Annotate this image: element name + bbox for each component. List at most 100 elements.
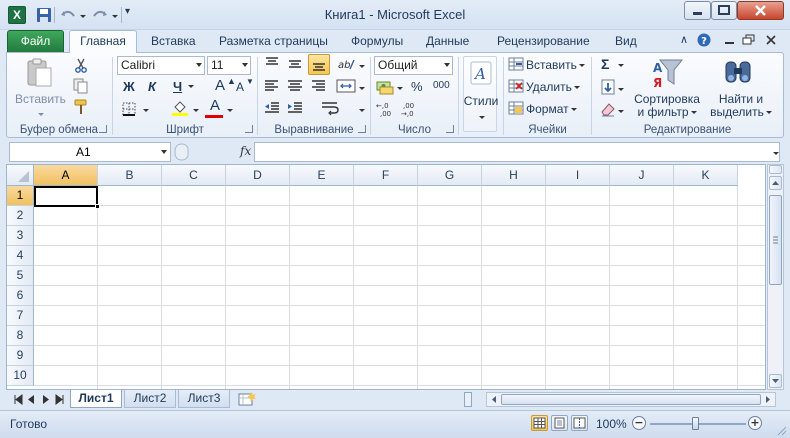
merge-center-icon[interactable] [336, 78, 356, 94]
fill-dropdown-icon[interactable] [616, 82, 624, 96]
column-header-D[interactable]: D [226, 165, 290, 186]
select-all-corner[interactable] [7, 165, 34, 186]
tab-data[interactable]: Данные [426, 34, 469, 48]
scroll-left-icon[interactable] [489, 394, 499, 405]
tab-page-layout[interactable]: Разметка страницы [219, 34, 328, 48]
doc-close-icon[interactable] [764, 33, 778, 47]
font-dialog-launcher[interactable] [245, 125, 253, 133]
fill-handle[interactable] [95, 204, 100, 209]
align-left-icon[interactable] [263, 78, 281, 94]
sheet-tab-1[interactable]: Лист1 [70, 390, 122, 408]
column-header-C[interactable]: C [162, 165, 226, 186]
align-center-icon[interactable] [286, 78, 304, 94]
merge-dropdown-icon[interactable] [357, 81, 365, 95]
row-header-8[interactable]: 8 [7, 326, 34, 346]
align-right-icon[interactable] [309, 78, 327, 94]
clipboard-dialog-launcher[interactable] [99, 125, 107, 133]
decrease-indent-icon[interactable] [263, 100, 281, 116]
underline-dropdown-icon[interactable] [186, 79, 194, 93]
zoom-slider-thumb[interactable] [692, 417, 699, 430]
orientation-dropdown-icon[interactable] [357, 59, 365, 73]
fill-color-icon[interactable] [171, 99, 189, 117]
alignment-dialog-launcher[interactable] [358, 125, 366, 133]
borders-dropdown-icon[interactable] [141, 103, 149, 117]
find-select-button[interactable]: Найти и выделить [706, 93, 776, 119]
prev-sheet-icon[interactable] [28, 395, 34, 404]
italic-button[interactable]: К [148, 79, 156, 94]
orientation-icon[interactable]: ab [336, 56, 356, 72]
row-header-6[interactable]: 6 [7, 286, 34, 306]
borders-icon[interactable] [121, 101, 137, 117]
worksheet-grid[interactable]: ABCDEFGHIJK 1 2 3 4 5 6 7 8 9 10 [6, 164, 766, 390]
minimize-button[interactable] [684, 1, 711, 20]
name-box-dropdown-icon[interactable] [161, 150, 167, 154]
column-header-J[interactable]: J [610, 165, 674, 186]
bold-button[interactable]: Ж [123, 79, 135, 94]
row-header-7[interactable]: 7 [7, 306, 34, 326]
tab-formulas[interactable]: Формулы [351, 34, 403, 48]
sheet-tab-2[interactable]: Лист2 [124, 390, 176, 408]
clear-icon[interactable] [600, 101, 616, 117]
doc-minimize-icon[interactable] [723, 33, 737, 47]
row-header-1[interactable]: 1 [7, 186, 34, 206]
thousands-button[interactable]: 000 [433, 80, 450, 91]
close-button[interactable] [737, 1, 784, 20]
decrease-decimal-icon[interactable]: ,00→,0 [401, 100, 421, 118]
column-header-F[interactable]: F [354, 165, 418, 186]
tab-split-handle[interactable] [464, 392, 472, 407]
insert-cells-button[interactable]: Вставить [526, 58, 585, 72]
paste-icon[interactable] [23, 57, 55, 89]
delete-cells-icon[interactable] [508, 79, 524, 93]
maximize-button[interactable] [711, 1, 737, 20]
column-header-G[interactable]: G [418, 165, 482, 186]
sort-filter-icon[interactable]: А Я [650, 56, 684, 90]
resize-grip-icon[interactable] [776, 425, 788, 437]
autosum-button[interactable]: Σ [601, 56, 609, 72]
minimize-ribbon-icon[interactable]: ∧ [680, 33, 688, 46]
scroll-up-button[interactable] [769, 176, 782, 190]
clear-dropdown-icon[interactable] [616, 104, 624, 118]
horizontal-scrollbar[interactable] [486, 392, 776, 407]
font-color-button[interactable]: A [207, 97, 223, 114]
fill-icon[interactable] [600, 79, 616, 95]
row-header-4[interactable]: 4 [7, 246, 34, 266]
name-box[interactable]: A1 [9, 142, 171, 162]
row-header-10[interactable]: 10 [7, 366, 34, 386]
row-header-2[interactable]: 2 [7, 206, 34, 226]
underline-button[interactable]: Ч [173, 79, 182, 94]
last-sheet-icon[interactable] [55, 394, 64, 405]
cut-icon[interactable] [73, 57, 89, 73]
currency-icon[interactable] [376, 79, 394, 95]
format-painter-icon[interactable] [73, 99, 89, 115]
zoom-in-button[interactable]: + [748, 416, 762, 430]
shrink-font-button[interactable]: A [236, 80, 244, 94]
column-header-A[interactable]: A [34, 165, 98, 186]
sort-filter-button[interactable]: Сортировка и фильтр [632, 93, 702, 119]
zoom-out-button[interactable]: − [632, 416, 646, 430]
fill-color-dropdown-icon[interactable] [191, 103, 199, 117]
column-header-I[interactable]: I [546, 165, 610, 186]
currency-dropdown-icon[interactable] [395, 81, 403, 95]
normal-view-button[interactable] [531, 415, 548, 431]
paste-button[interactable]: Вставить [15, 93, 66, 106]
sheet-tab-3[interactable]: Лист3 [178, 390, 230, 408]
page-break-view-button[interactable] [571, 415, 588, 431]
page-layout-view-button[interactable] [551, 415, 568, 431]
row-header-3[interactable]: 3 [7, 226, 34, 246]
split-vertical-handle[interactable] [769, 165, 782, 174]
scroll-down-button[interactable] [769, 374, 782, 388]
autosum-dropdown-icon[interactable] [616, 58, 624, 72]
row-header-9[interactable]: 9 [7, 346, 34, 366]
tab-insert[interactable]: Вставка [151, 34, 196, 48]
font-size-select[interactable]: 11 [207, 56, 251, 75]
number-format-select[interactable]: Общий [374, 56, 453, 75]
align-middle-icon[interactable] [286, 56, 304, 72]
vertical-scroll-thumb[interactable] [769, 195, 782, 285]
zoom-level[interactable]: 100% [596, 417, 627, 431]
format-cells-button[interactable]: Формат [526, 102, 577, 116]
selected-cell-A1[interactable] [34, 186, 98, 207]
align-top-icon[interactable] [263, 56, 281, 72]
font-color-dropdown-icon[interactable] [225, 103, 233, 117]
font-name-select[interactable]: Calibri [117, 56, 205, 75]
first-sheet-icon[interactable] [14, 394, 23, 405]
